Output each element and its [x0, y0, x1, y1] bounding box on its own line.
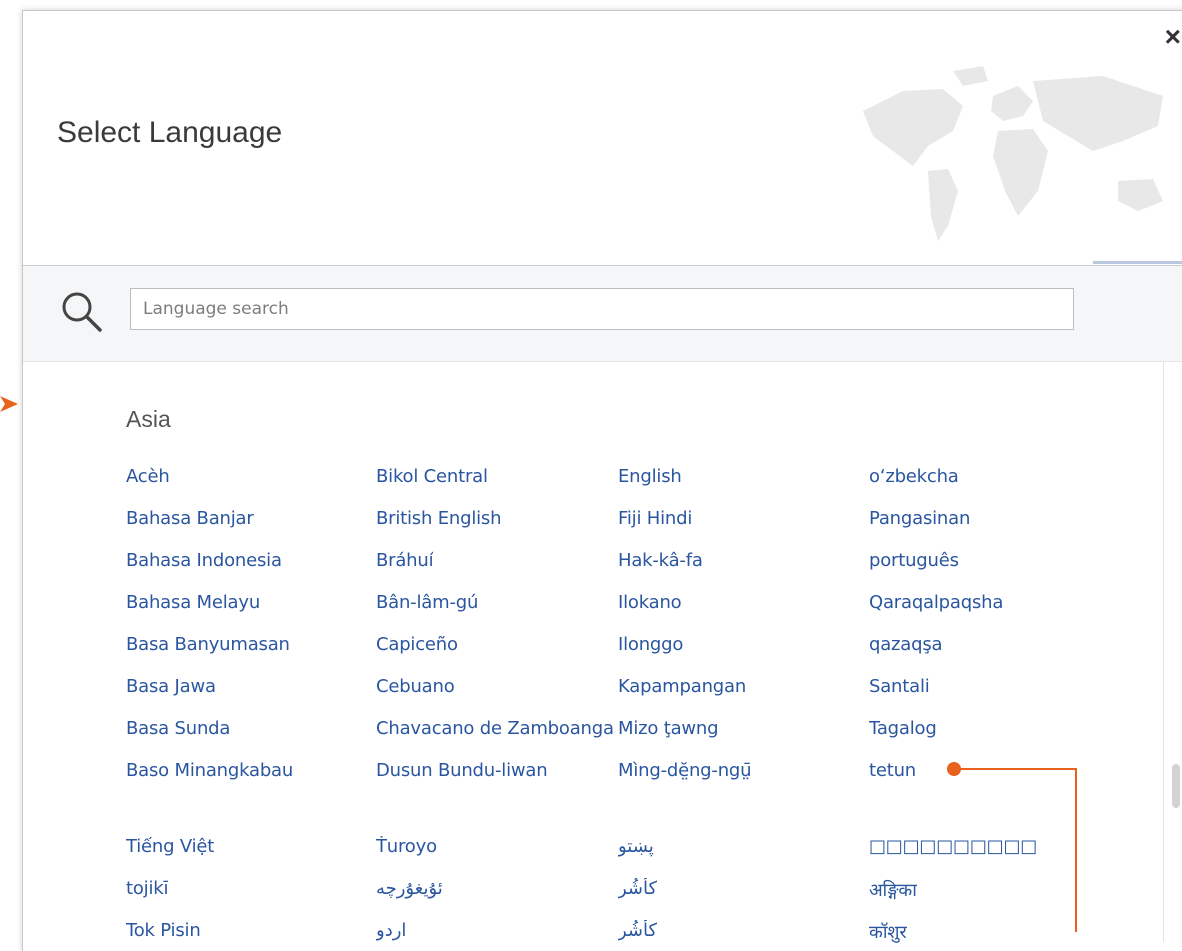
language-link[interactable]: qazaqşa	[869, 634, 942, 655]
dialog-title: Select Language	[57, 116, 283, 149]
search-bar	[23, 266, 1182, 362]
language-link[interactable]: Ilonggo	[618, 634, 683, 655]
language-link[interactable]: British English	[376, 508, 501, 529]
language-link[interactable]: Bráhuí	[376, 550, 433, 571]
language-link[interactable]: Tagalog	[869, 718, 937, 739]
language-link[interactable]: Ilokano	[618, 592, 681, 613]
language-link[interactable]: Bikol Central	[376, 466, 488, 487]
language-link[interactable]: كأشُر	[618, 920, 657, 941]
language-link[interactable]: Santali	[869, 676, 930, 697]
language-link[interactable]: कॉशुर	[869, 920, 907, 944]
language-link[interactable]: Tiếng Việt	[126, 836, 214, 857]
language-link[interactable]: Bahasa Banjar	[126, 508, 254, 529]
language-link[interactable]: Fiji Hindi	[618, 508, 692, 529]
language-link[interactable]: Bahasa Melayu	[126, 592, 260, 613]
language-link[interactable]: Hak-kâ-fa	[618, 550, 703, 571]
world-map-icon	[863, 66, 1163, 241]
language-link[interactable]: اردو	[376, 920, 406, 941]
language-link[interactable]: Capiceño	[376, 634, 458, 655]
language-link[interactable]: Dusun Bundu-liwan	[376, 760, 547, 781]
language-link[interactable]: Pangasinan	[869, 508, 970, 529]
language-link[interactable]: Mizo ţawng	[618, 718, 718, 739]
language-link[interactable]: ئۇيغۇرچە	[376, 878, 443, 899]
scrollbar[interactable]	[1163, 362, 1182, 942]
language-list: Asia Acèh Bahasa Banjar Bahasa Indonesia Ba…	[23, 362, 1163, 944]
language-link[interactable]: Ṫuroyo	[376, 836, 437, 857]
language-link[interactable]: Cebuano	[376, 676, 455, 697]
language-link[interactable]: português	[869, 550, 959, 571]
close-icon[interactable]: ×	[1165, 21, 1181, 53]
language-link[interactable]: English	[618, 466, 682, 487]
language-link[interactable]: Kapampangan	[618, 676, 746, 697]
annotation-arrow-icon	[0, 396, 18, 412]
language-link[interactable]: Acèh	[126, 466, 170, 487]
tab-indicator	[1093, 261, 1182, 264]
region-heading: Asia	[126, 406, 171, 432]
language-link[interactable]: अङ्गिका	[869, 878, 917, 902]
language-dialog: Select Language × Asia Acèh Bahasa Banjar…	[22, 10, 1182, 951]
language-link[interactable]: Bahasa Indonesia	[126, 550, 282, 571]
language-link[interactable]: Mìng-dĕ̤ng-ngṳ̄	[618, 760, 751, 781]
language-link[interactable]: Basa Banyumasan	[126, 634, 290, 655]
language-link[interactable]: tojikī	[126, 878, 168, 899]
language-link[interactable]: Tok Pisin	[126, 920, 201, 941]
search-icon	[62, 292, 102, 332]
dialog-header: Select Language ×	[23, 11, 1182, 266]
language-link[interactable]: Baso Minangkabau	[126, 760, 293, 781]
language-link[interactable]: كأشُر	[618, 878, 657, 899]
language-search-input[interactable]	[130, 288, 1074, 330]
language-link[interactable]: Bân-lâm-gú	[376, 592, 478, 613]
scroll-thumb[interactable]	[1172, 764, 1180, 808]
language-link[interactable]: □□□□□□□□□□	[869, 836, 1037, 857]
language-link[interactable]: Basa Jawa	[126, 676, 216, 697]
language-link[interactable]: tetun	[869, 760, 916, 781]
language-link[interactable]: Basa Sunda	[126, 718, 230, 739]
language-link[interactable]: پښتو	[618, 836, 654, 857]
language-link[interactable]: o‘zbekcha	[869, 466, 959, 487]
language-link[interactable]: Qaraqalpaqsha	[869, 592, 1003, 613]
language-link[interactable]: Chavacano de Zamboanga	[376, 718, 614, 739]
